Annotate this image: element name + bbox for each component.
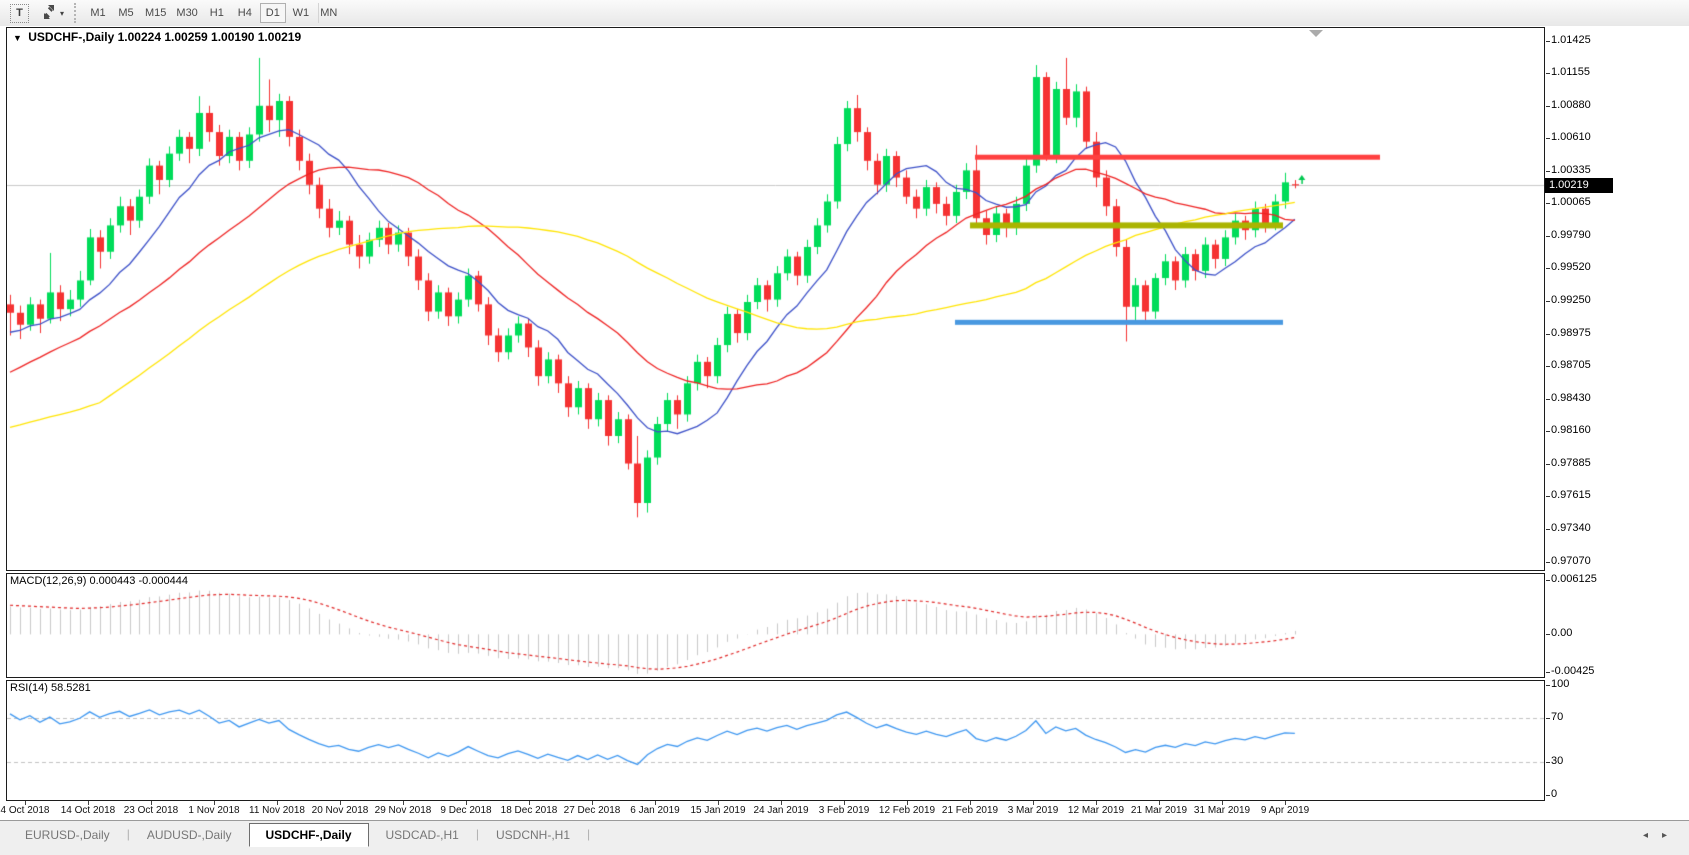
price-axis-label: 0.98705: [1551, 359, 1591, 371]
chart-tabs-bar: EURUSD-,Daily | AUDUSD-,DailyUSDCHF-,Daily…: [0, 820, 1689, 855]
price-axis-label-tick: [1546, 41, 1550, 42]
macd-label: MACD(12,26,9) 0.000443 -0.000444: [10, 575, 188, 587]
price-axis-label-tick: [1546, 334, 1550, 335]
date-axis[interactable]: 4 Oct 201814 Oct 201823 Oct 20181 Nov 20…: [0, 801, 1689, 820]
price-axis-label-tick: [1546, 431, 1550, 432]
timeframe-button-m15[interactable]: M15: [141, 3, 170, 23]
price-axis-label: 1.00610: [1551, 131, 1591, 143]
collapse-icon[interactable]: ▼: [13, 33, 22, 43]
tab-scroll-arrows: ◂▸: [1643, 830, 1681, 841]
price-axis-label: 1.00335: [1551, 164, 1591, 176]
price-axis-label: 1.00065: [1551, 196, 1591, 208]
price-axis-label-tick: [1546, 203, 1550, 204]
price-axis-label: 0.98975: [1551, 327, 1591, 339]
timeframe-toolbar: M1M5M15M30H1H4D1W1MN: [84, 2, 343, 24]
timeframe-button-m5[interactable]: M5: [113, 3, 139, 23]
toolbar-grip: [74, 3, 79, 23]
price-axis-label: 0.97615: [1551, 489, 1591, 501]
macd-axis-label-tick: [1546, 634, 1550, 635]
tab-usdcnh-h1[interactable]: USDCNH-,H1: [479, 823, 587, 847]
rsi-axis-label-tick: [1546, 795, 1550, 796]
price-axis-label: 0.99790: [1551, 229, 1591, 241]
price-axis-label-tick: [1546, 464, 1550, 465]
price-axis-label-tick: [1546, 529, 1550, 530]
cursor-arrows-button[interactable]: ▾: [38, 2, 68, 24]
timeframe-button-h1[interactable]: H1: [204, 3, 230, 23]
timeframe-button-h4[interactable]: H4: [232, 3, 258, 23]
rsi-panel: RSI(14) 58.5281: [6, 680, 1545, 801]
tab-separator: |: [587, 823, 590, 845]
macd-value-signal: -0.000444: [138, 575, 188, 587]
rsi-axis-label: 70: [1551, 711, 1563, 723]
macd-axis-label-tick: [1546, 580, 1550, 581]
chart-title: ▼ USDCHF-,Daily 1.00224 1.00259 1.00190 …: [13, 30, 301, 44]
top-toolbar: T ▾ M1M5M15M30H1H4D1W1MN: [0, 0, 1689, 27]
tab-scroll-right-icon[interactable]: ▸: [1662, 830, 1681, 841]
price-axis-label-tick: [1546, 106, 1550, 107]
price-axis-label: 0.99520: [1551, 261, 1591, 273]
price-axis-label: 0.97340: [1551, 522, 1591, 534]
toolbar-separator: [318, 3, 319, 23]
chart-symbol-label: USDCHF-,Daily: [28, 30, 114, 44]
chart-ohlc-values: 1.00224 1.00259 1.00190 1.00219: [118, 30, 302, 44]
main-chart-panel: ▼ USDCHF-,Daily 1.00224 1.00259 1.00190 …: [6, 27, 1545, 571]
date-label: 9 Apr 2019: [1247, 805, 1323, 816]
macd-value-main: 0.000443: [89, 575, 135, 587]
text-tool-button[interactable]: T: [6, 2, 33, 24]
chart-shift-marker-icon[interactable]: [1309, 30, 1323, 37]
price-axis-label-tick: [1546, 496, 1550, 497]
price-axis-label-tick: [1546, 366, 1550, 367]
rsi-axis-label: 30: [1551, 755, 1563, 767]
timeframe-button-d1[interactable]: D1: [260, 3, 286, 23]
rsi-axis-label-tick: [1546, 685, 1550, 686]
price-axis-label-tick: [1546, 236, 1550, 237]
macd-axis-label: 0.006125: [1551, 573, 1597, 585]
text-tool-icon: T: [10, 4, 29, 23]
tab-eurusd-daily[interactable]: EURUSD-,Daily: [8, 823, 127, 847]
tab-scroll-left-icon[interactable]: ◂: [1643, 830, 1662, 841]
price-axis-label: 0.97885: [1551, 457, 1591, 469]
rsi-axis-label: 100: [1551, 678, 1569, 690]
tab-usdchf-daily[interactable]: USDCHF-,Daily: [249, 823, 369, 847]
macd-canvas[interactable]: [7, 574, 1544, 677]
current-price-box: 1.00219: [1545, 178, 1613, 193]
price-axis-label-tick: [1546, 268, 1550, 269]
rsi-label: RSI(14) 58.5281: [10, 682, 91, 694]
price-axis-label: 1.01155: [1551, 66, 1590, 78]
rsi-axis-label-tick: [1546, 762, 1550, 763]
timeframe-button-w1[interactable]: W1: [288, 3, 314, 23]
tab-audusd-daily[interactable]: AUDUSD-,Daily: [130, 823, 249, 847]
price-axis-label-tick: [1546, 73, 1550, 74]
chevron-down-icon: ▾: [60, 9, 64, 18]
price-axis-label-tick: [1546, 301, 1550, 302]
price-axis-label-tick: [1546, 562, 1550, 563]
timeframe-button-m1[interactable]: M1: [85, 3, 111, 23]
price-axis-label: 0.97070: [1551, 555, 1591, 567]
price-axis-label: 0.99250: [1551, 294, 1591, 306]
price-axis-label-tick: [1546, 138, 1550, 139]
chart-window: ▼ USDCHF-,Daily 1.00224 1.00259 1.00190 …: [0, 26, 1689, 820]
price-axis-label-tick: [1546, 171, 1550, 172]
rsi-axis-label: 0: [1551, 788, 1557, 800]
arrows-icon: [42, 5, 56, 22]
tab-usdcad-h1[interactable]: USDCAD-,H1: [369, 823, 476, 847]
rsi-axis-label-tick: [1546, 718, 1550, 719]
macd-axis-label-tick: [1546, 672, 1550, 673]
macd-axis-label: 0.00: [1551, 627, 1572, 639]
price-axis-label: 1.00880: [1551, 99, 1591, 111]
price-axis-label-tick: [1546, 399, 1550, 400]
price-axis-label: 0.98430: [1551, 392, 1591, 404]
timeframe-button-m30[interactable]: M30: [172, 3, 201, 23]
price-axis-label: 1.01425: [1551, 34, 1591, 46]
rsi-value: 58.5281: [51, 682, 91, 694]
chart-tabs: EURUSD-,Daily | AUDUSD-,DailyUSDCHF-,Daily…: [8, 823, 590, 847]
timeframe-button-mn[interactable]: MN: [316, 3, 342, 23]
price-axis-label: 0.98160: [1551, 424, 1591, 436]
macd-panel: MACD(12,26,9) 0.000443 -0.000444: [6, 573, 1545, 678]
mt4-window: T ▾ M1M5M15M30H1H4D1W1MN ▼ USDCHF-,Daily…: [0, 0, 1689, 854]
rsi-canvas[interactable]: [7, 681, 1544, 800]
main-chart-canvas[interactable]: [7, 28, 1544, 570]
macd-axis-label: -0.00425: [1551, 665, 1594, 677]
